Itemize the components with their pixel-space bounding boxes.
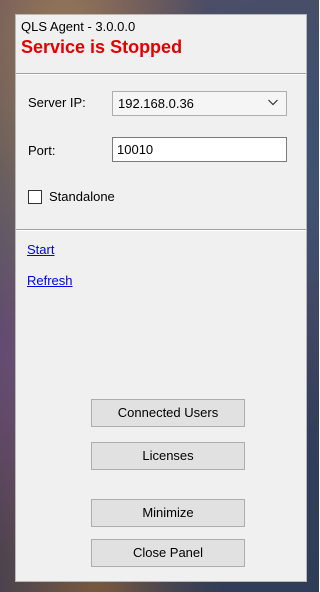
separator <box>16 229 306 231</box>
window-title: QLS Agent - 3.0.0.0 <box>21 19 136 34</box>
server-ip-value: 192.168.0.36 <box>118 96 194 111</box>
connected-users-button[interactable]: Connected Users <box>91 399 245 427</box>
server-ip-dropdown[interactable]: 192.168.0.36 <box>112 91 287 116</box>
service-status: Service is Stopped <box>21 37 183 57</box>
port-input[interactable]: 10010 <box>112 137 287 162</box>
standalone-checkbox[interactable] <box>28 190 42 204</box>
qls-agent-panel: QLS Agent - 3.0.0.0 Service is Stopped S… <box>15 14 307 582</box>
minimize-button[interactable]: Minimize <box>91 499 245 527</box>
start-link[interactable]: Start <box>27 242 54 257</box>
close-panel-button[interactable]: Close Panel <box>91 539 245 567</box>
licenses-button[interactable]: Licenses <box>91 442 245 470</box>
chevron-down-icon <box>268 99 278 106</box>
port-value: 10010 <box>117 142 154 157</box>
standalone-label[interactable]: Standalone <box>49 189 115 204</box>
refresh-link[interactable]: Refresh <box>27 273 73 288</box>
separator <box>16 73 306 75</box>
port-label: Port: <box>28 143 56 158</box>
server-ip-label: Server IP: <box>28 95 86 110</box>
